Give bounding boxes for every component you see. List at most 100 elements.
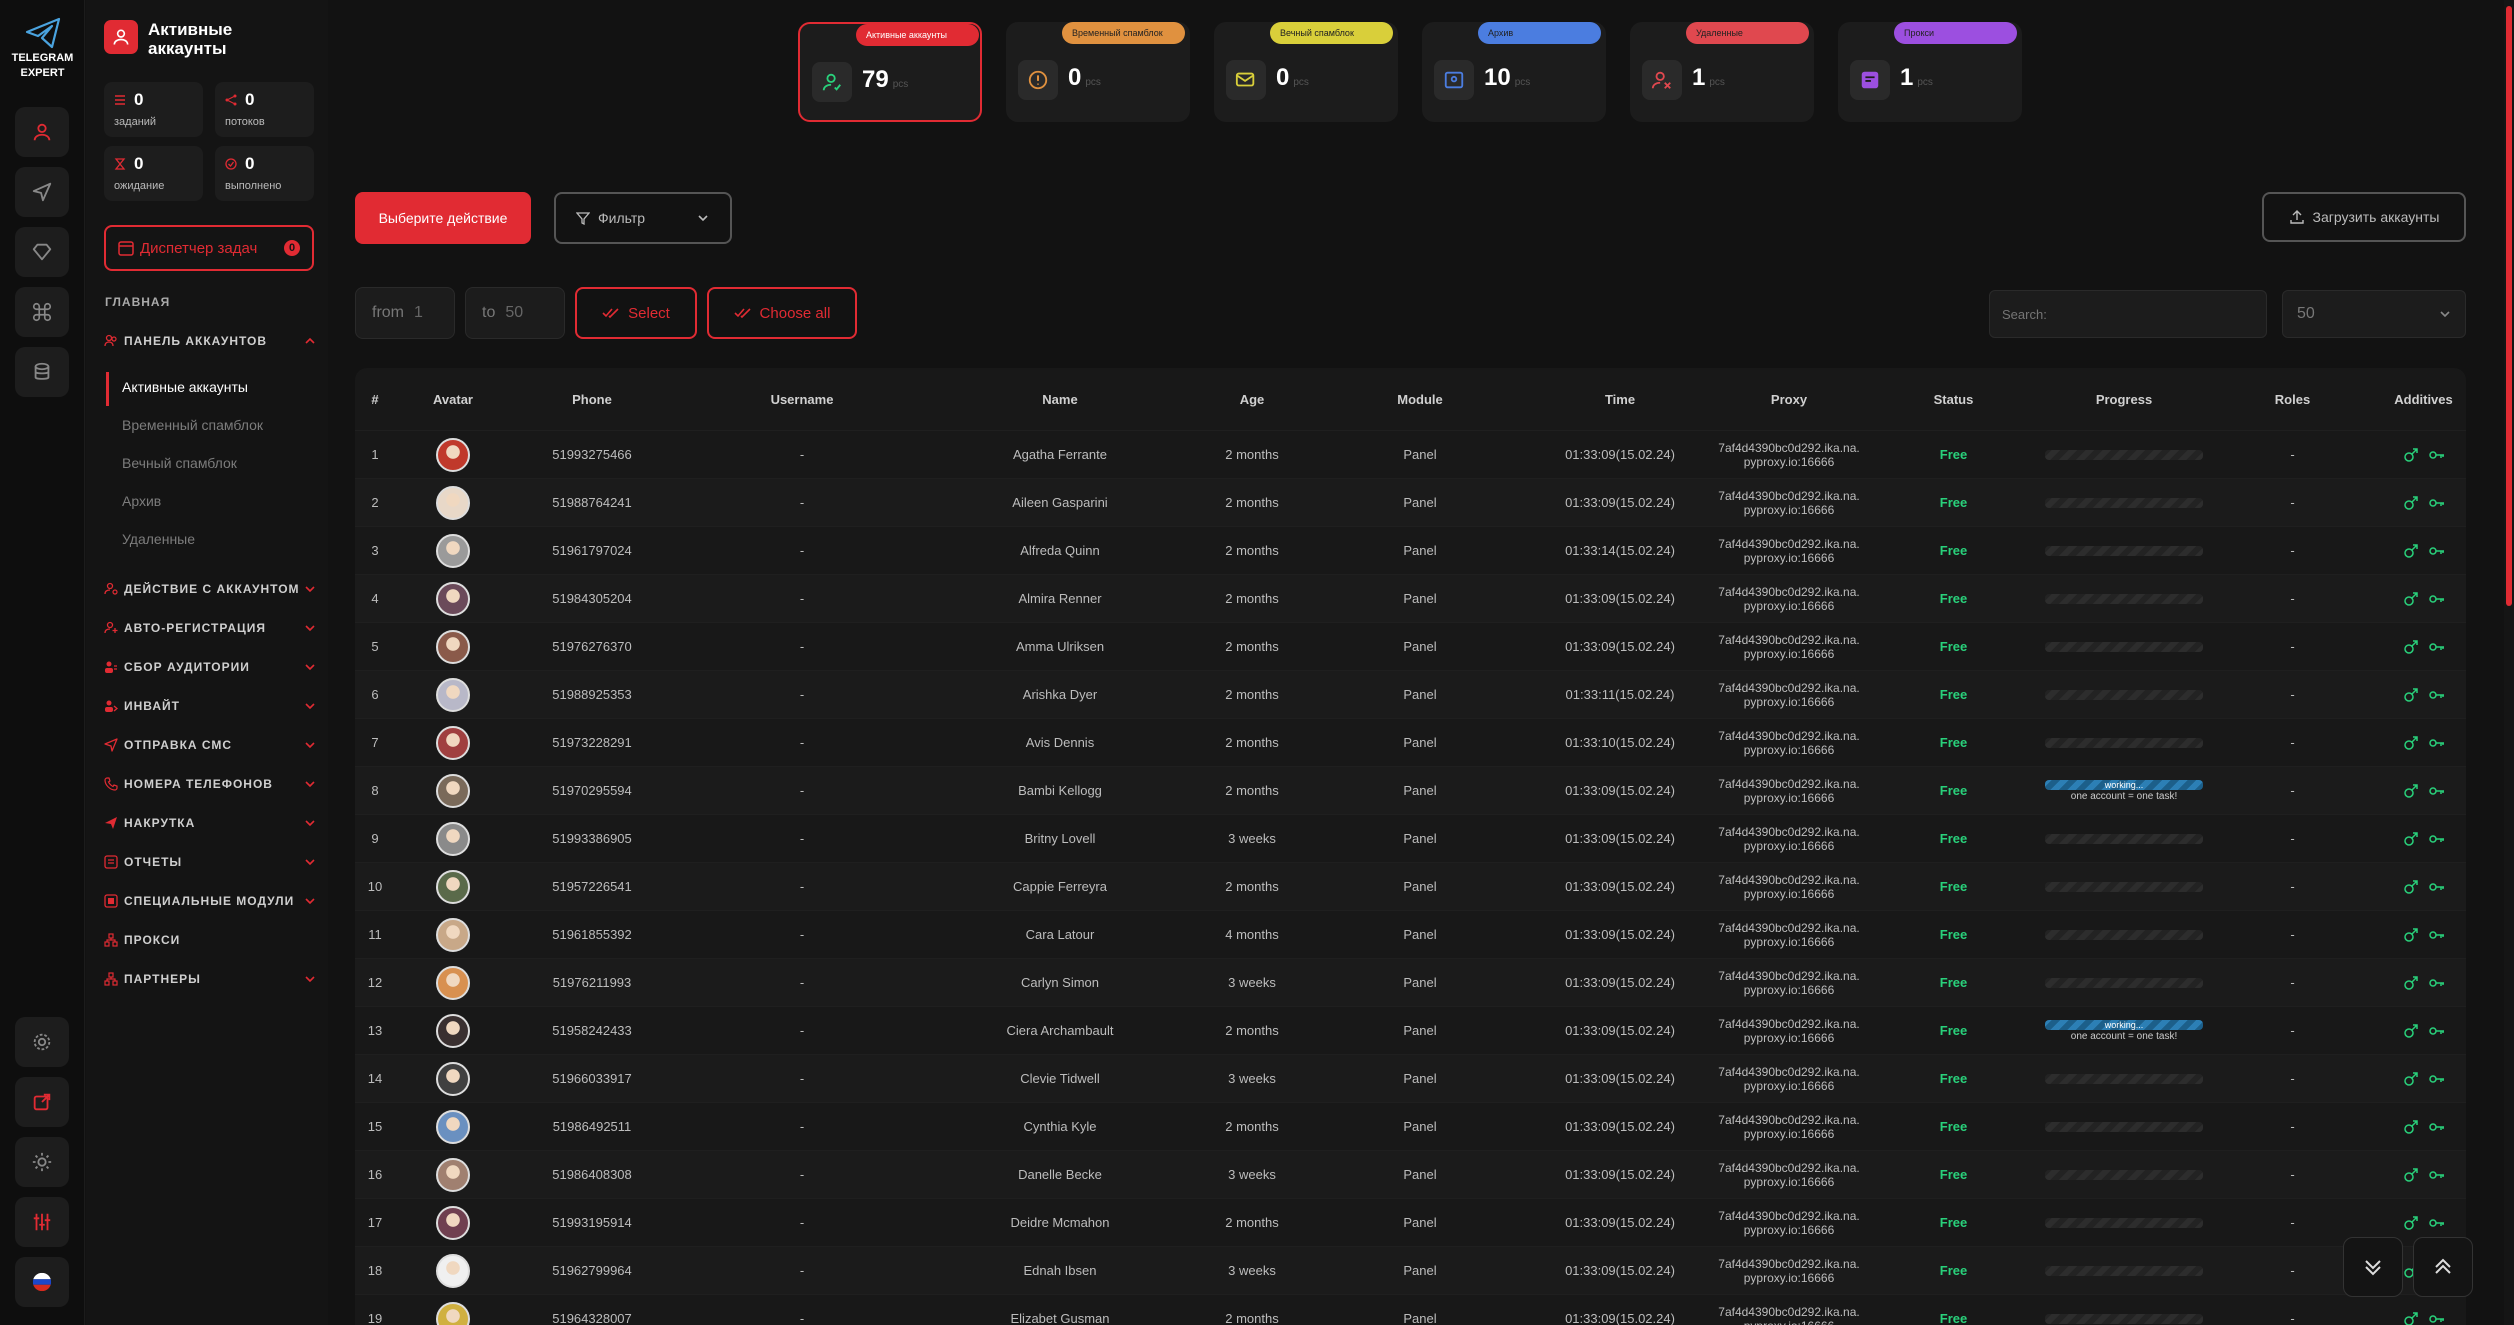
gender-icon[interactable] [2403, 975, 2419, 991]
gender-icon[interactable] [2403, 1215, 2419, 1231]
key-icon[interactable] [2428, 1167, 2445, 1183]
key-icon[interactable] [2428, 927, 2445, 943]
key-icon[interactable] [2428, 1119, 2445, 1135]
scroll-up-button[interactable] [2413, 1237, 2473, 1297]
upload-accounts-button[interactable]: Загрузить аккаунты [2262, 192, 2466, 242]
task-dispatcher-button[interactable]: Диспетчер задач 0 [104, 225, 314, 271]
gender-icon[interactable] [2403, 1119, 2419, 1135]
table-row[interactable]: 4 51984305204 - Almira Renner 2 months Panel 0… [355, 574, 2466, 622]
column-header[interactable]: # [355, 392, 395, 407]
gender-icon[interactable] [2403, 447, 2419, 463]
column-header[interactable]: Name [931, 392, 1189, 407]
scroll-down-button[interactable] [2343, 1237, 2403, 1297]
table-row[interactable]: 13 51958242433 - Ciera Archambault 2 months P… [355, 1006, 2466, 1054]
key-icon[interactable] [2428, 1215, 2445, 1231]
column-header[interactable]: Proxy [1715, 392, 1863, 407]
table-row[interactable]: 12 51976211993 - Carlyn Simon 3 weeks Panel 01… [355, 958, 2466, 1006]
key-icon[interactable] [2428, 543, 2445, 559]
gender-icon[interactable] [2403, 783, 2419, 799]
table-row[interactable]: 9 51993386905 - Britny Lovell 3 weeks Panel 01… [355, 814, 2466, 862]
gender-icon[interactable] [2403, 1167, 2419, 1183]
avatar[interactable] [436, 1013, 470, 1048]
avatar[interactable] [436, 533, 470, 568]
gender-icon[interactable] [2403, 687, 2419, 703]
avatar[interactable] [436, 773, 470, 808]
choose-all-button[interactable]: Choose all [707, 287, 857, 339]
card-archive[interactable]: Архив 10 pcs [1422, 22, 1606, 122]
gender-icon[interactable] [2403, 1071, 2419, 1087]
select-range-button[interactable]: Select [575, 287, 697, 339]
avatar[interactable] [436, 1205, 470, 1240]
rail-language-button[interactable] [15, 1257, 69, 1307]
column-header[interactable]: Avatar [395, 392, 511, 407]
brand-logo[interactable]: TELEGRAM EXPERT [0, 16, 85, 80]
sub-item-archive[interactable]: Архив [122, 493, 161, 509]
table-row[interactable]: 16 51986408308 - Danelle Becke 3 weeks Panel 0… [355, 1150, 2466, 1198]
rail-accounts-button[interactable] [15, 107, 69, 157]
column-header[interactable]: Status [1863, 392, 2044, 407]
page-size-select[interactable]: 50 [2282, 290, 2466, 338]
avatar[interactable] [436, 821, 470, 856]
menu-special-modules[interactable]: СПЕЦИАЛЬНЫЕ МОДУЛИ [104, 890, 316, 912]
table-row[interactable]: 5 51976276370 - Amma Ulriksen 2 months Panel 0… [355, 622, 2466, 670]
key-icon[interactable] [2428, 735, 2445, 751]
avatar[interactable] [436, 725, 470, 760]
table-row[interactable]: 8 51970295594 - Bambi Kellogg 2 months Panel 0… [355, 766, 2466, 814]
table-row[interactable]: 7 51973228291 - Avis Dennis 2 months Panel 01:… [355, 718, 2466, 766]
avatar[interactable] [436, 917, 470, 952]
key-icon[interactable] [2428, 591, 2445, 607]
column-header[interactable]: Additives [2381, 392, 2466, 407]
rail-diamond-button[interactable] [15, 227, 69, 277]
key-icon[interactable] [2428, 831, 2445, 847]
table-row[interactable]: 6 51988925353 - Arishka Dyer 2 months Panel 01… [355, 670, 2466, 718]
page-scrollbar[interactable] [2504, 0, 2514, 1325]
table-row[interactable]: 17 51993195914 - Deidre Mcmahon 2 months Pane… [355, 1198, 2466, 1246]
key-icon[interactable] [2428, 687, 2445, 703]
gender-icon[interactable] [2403, 1311, 2419, 1325]
menu-partners[interactable]: ПАРТНЕРЫ [104, 968, 316, 990]
key-icon[interactable] [2428, 447, 2445, 463]
column-header[interactable]: Phone [511, 392, 673, 407]
column-header[interactable]: Roles [2204, 392, 2381, 407]
key-icon[interactable] [2428, 1311, 2445, 1325]
menu-proxy[interactable]: ПРОКСИ [104, 929, 316, 951]
table-row[interactable]: 14 51966033917 - Clevie Tidwell 3 weeks Panel… [355, 1054, 2466, 1102]
menu-audience[interactable]: СБОР АУДИТОРИИ [104, 656, 316, 678]
avatar[interactable] [436, 485, 470, 520]
sub-item-temp-spamblock[interactable]: Временный спамблок [122, 417, 263, 433]
menu-accounts-panel[interactable]: ПАНЕЛЬ АККАУНТОВ [104, 330, 316, 352]
column-header[interactable]: Progress [2044, 392, 2204, 407]
table-row[interactable]: 19 51964328007 - Elizabet Gusman 2 months Pan… [355, 1294, 2466, 1325]
filter-dropdown[interactable]: Фильтр [554, 192, 732, 244]
column-header[interactable]: Username [673, 392, 931, 407]
gender-icon[interactable] [2403, 543, 2419, 559]
avatar[interactable] [436, 581, 470, 616]
column-header[interactable]: Module [1315, 392, 1525, 407]
card-perm-spamblock[interactable]: Вечный спамблок 0 pcs [1214, 22, 1398, 122]
avatar[interactable] [436, 1253, 470, 1288]
key-icon[interactable] [2428, 639, 2445, 655]
avatar[interactable] [436, 1061, 470, 1096]
search-input[interactable] [1989, 290, 2267, 338]
avatar[interactable] [436, 437, 470, 472]
card-temp-spamblock[interactable]: Временный спамблок 0 pcs [1006, 22, 1190, 122]
card-active-accounts[interactable]: Активные аккаунты 79 pcs [798, 22, 982, 122]
card-deleted[interactable]: Удаленные 1 pcs [1630, 22, 1814, 122]
sub-item-perm-spamblock[interactable]: Вечный спамблок [122, 455, 237, 471]
table-row[interactable]: 11 51961855392 - Cara Latour 4 months Panel 01… [355, 910, 2466, 958]
key-icon[interactable] [2428, 495, 2445, 511]
gender-icon[interactable] [2403, 879, 2419, 895]
avatar[interactable] [436, 1157, 470, 1192]
rail-send-button[interactable] [15, 167, 69, 217]
table-row[interactable]: 2 51988764241 - Aileen Gasparini 2 months Pan… [355, 478, 2466, 526]
avatar[interactable] [436, 1109, 470, 1144]
menu-account-actions[interactable]: ДЕЙСТВИЕ С АККАУНТОМ [104, 578, 316, 600]
key-icon[interactable] [2428, 879, 2445, 895]
table-row[interactable]: 18 51962799964 - Ednah Ibsen 3 weeks Panel 01:… [355, 1246, 2466, 1294]
menu-auto-registration[interactable]: АВТО-РЕГИСТРАЦИЯ [104, 617, 316, 639]
key-icon[interactable] [2428, 975, 2445, 991]
scrollbar-thumb[interactable] [2506, 6, 2512, 606]
card-proxy[interactable]: Прокси 1 pcs [1838, 22, 2022, 122]
key-icon[interactable] [2428, 1071, 2445, 1087]
column-header[interactable]: Time [1525, 392, 1715, 407]
